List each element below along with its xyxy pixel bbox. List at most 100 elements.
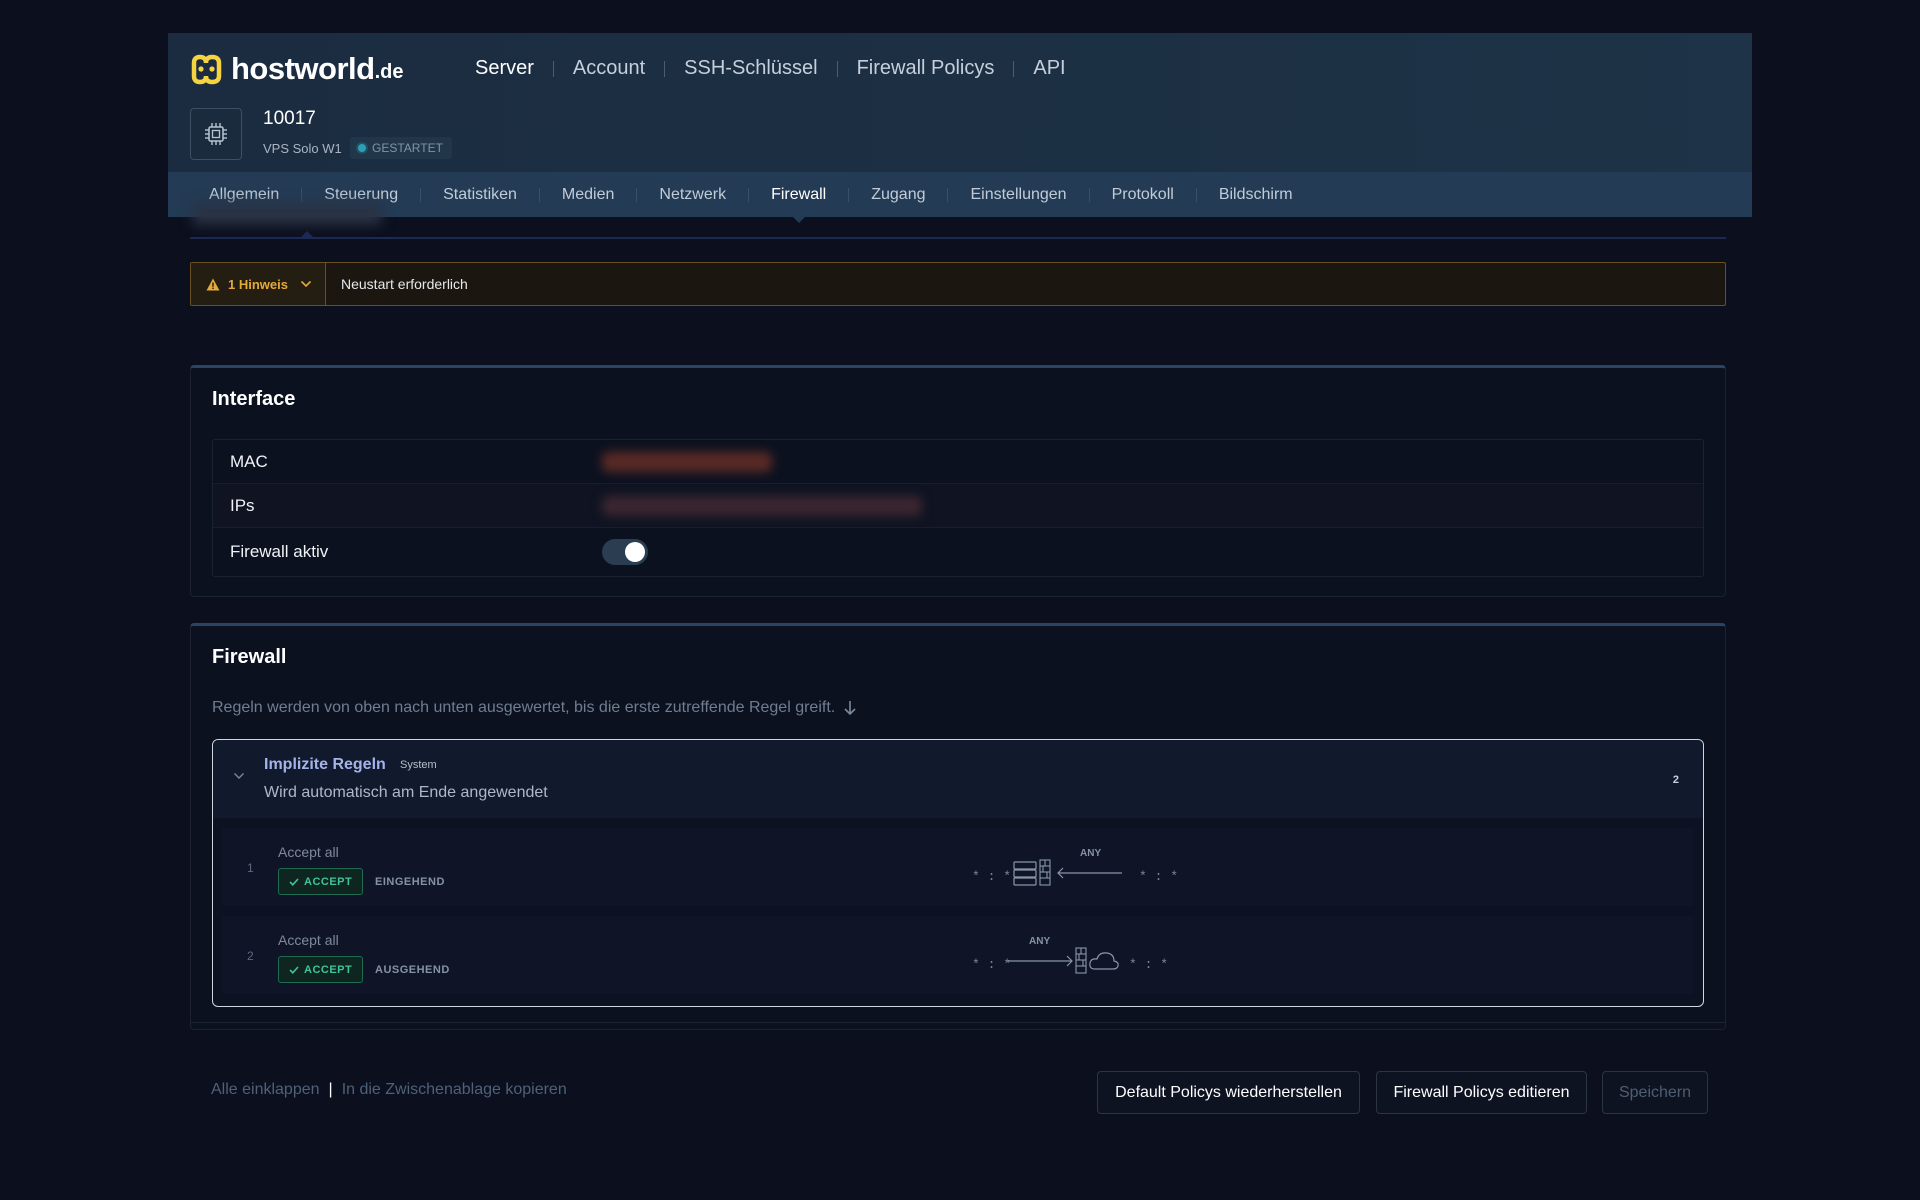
- rules-group-tag: System: [400, 759, 437, 771]
- firewall-active-toggle[interactable]: [602, 539, 648, 565]
- firewall-active-label: Firewall aktiv: [230, 542, 329, 561]
- arrow-left-icon: [1057, 867, 1122, 879]
- breadcrumb-underline: [190, 237, 1726, 239]
- ips-label: IPs: [230, 495, 255, 515]
- cpu-chip-icon: [205, 123, 227, 145]
- interface-row-ips: IPs: [213, 484, 1703, 528]
- chevron-down-icon: [300, 280, 312, 288]
- tab-steuerung[interactable]: Steuerung: [302, 186, 420, 204]
- firewall-card: Firewall Regeln werden von oben nach unt…: [190, 623, 1726, 1030]
- server-icon-box: [190, 108, 242, 160]
- rules-group-title: Implizite Regeln: [264, 756, 386, 773]
- app-header: hostworld .de Server Account SSH-Schlüsse…: [168, 33, 1752, 223]
- status-label: GESTARTET: [372, 141, 443, 155]
- brand-tld: .de: [374, 60, 404, 83]
- breadcrumb-redacted: [192, 203, 382, 225]
- rule-action-badge: ACCEPT: [278, 956, 364, 983]
- rules-group-count: 2: [1672, 774, 1679, 786]
- footer-links: Alle einklappen | In die Zwischenablage …: [211, 1081, 567, 1099]
- check-icon: [289, 877, 299, 886]
- tab-protokoll[interactable]: Protokoll: [1090, 186, 1196, 204]
- tab-statistiken[interactable]: Statistiken: [421, 186, 539, 204]
- interface-row-firewall-active: Firewall aktiv: [213, 528, 1703, 576]
- interface-title: Interface: [212, 388, 296, 410]
- topnav-firewall-policies[interactable]: Firewall Policys: [838, 57, 1014, 80]
- rule-number: 2: [247, 949, 254, 963]
- rule-protocol: ANY: [1080, 848, 1101, 859]
- copy-to-clipboard-link[interactable]: In die Zwischenablage kopieren: [342, 1081, 567, 1099]
- link-separator: |: [328, 1081, 333, 1098]
- breadcrumb-notch: [300, 231, 314, 238]
- restore-default-policies-button[interactable]: Default Policys wiederherstellen: [1097, 1071, 1360, 1114]
- topnav-api[interactable]: API: [1014, 57, 1084, 80]
- rules-group-subtitle: Wird automatisch am Ende angewendet: [264, 784, 548, 801]
- tab-bildschirm[interactable]: Bildschirm: [1197, 186, 1315, 204]
- save-button[interactable]: Speichern: [1602, 1071, 1708, 1114]
- top-navigation: Server Account SSH-Schlüssel Firewall Po…: [456, 57, 1085, 80]
- rule-flow-diagram: * : * ANY * : *: [972, 936, 1168, 974]
- footer-divider: [190, 1022, 1726, 1023]
- firewall-description: Regeln werden von oben nach unten ausgew…: [212, 699, 857, 717]
- rule-number: 1: [247, 861, 254, 875]
- rule-direction: EINGEHEND: [375, 876, 445, 888]
- brand-logo[interactable]: hostworld .de: [190, 51, 404, 87]
- chevron-down-icon[interactable]: [233, 772, 245, 780]
- mac-value-redacted: [602, 451, 772, 472]
- tab-netzwerk[interactable]: Netzwerk: [637, 186, 748, 204]
- notice-alert: 1 Hinweis Neustart erforderlich: [190, 262, 1726, 306]
- rule-action-label: ACCEPT: [304, 963, 353, 976]
- brand-name: hostworld: [231, 51, 375, 86]
- firewall-rule[interactable]: 2 Accept all ACCEPT AUSGEHEND * : * ANY: [222, 916, 1694, 994]
- interface-table: MAC IPs Firewall aktiv: [212, 439, 1704, 577]
- tab-einstellungen[interactable]: Einstellungen: [948, 186, 1088, 204]
- server-stack-icon: [1013, 861, 1037, 886]
- rule-action-label: ACCEPT: [304, 875, 353, 888]
- rule-action-badge: ACCEPT: [278, 868, 364, 895]
- server-plan: VPS Solo W1: [263, 141, 342, 156]
- edit-firewall-policies-button[interactable]: Firewall Policys editieren: [1376, 1071, 1587, 1114]
- topnav-server[interactable]: Server: [456, 57, 553, 80]
- cloud-icon: [1089, 952, 1119, 970]
- interface-row-mac: MAC: [213, 440, 1703, 484]
- rule-destination: * : *: [1129, 957, 1168, 972]
- notice-toggle[interactable]: 1 Hinweis: [191, 263, 326, 305]
- tab-medien[interactable]: Medien: [540, 186, 636, 204]
- rule-protocol: ANY: [1029, 936, 1050, 947]
- notice-count: 1 Hinweis: [228, 276, 288, 292]
- tab-zugang[interactable]: Zugang: [849, 186, 947, 204]
- rule-direction: AUSGEHEND: [375, 964, 450, 976]
- tab-firewall[interactable]: Firewall: [749, 186, 848, 223]
- firewall-rule[interactable]: 1 Accept all ACCEPT EINGEHEND * : * ANY …: [222, 828, 1694, 906]
- rule-flow-diagram: * : * ANY * : *: [972, 848, 1178, 886]
- rule-source: * : *: [972, 869, 1011, 884]
- firewall-title: Firewall: [212, 646, 287, 668]
- check-icon: [289, 965, 299, 974]
- firewall-description-text: Regeln werden von oben nach unten ausgew…: [212, 699, 836, 716]
- ips-value-redacted: [602, 495, 922, 516]
- rules-group-header[interactable]: Implizite Regeln System Wird automatisch…: [213, 740, 1703, 818]
- mac-label: MAC: [230, 451, 268, 471]
- interface-card: Interface MAC IPs Firewall aktiv: [190, 365, 1726, 597]
- arrow-right-icon: [1008, 955, 1073, 967]
- server-id: 10017: [263, 108, 316, 129]
- app-container: hostworld .de Server Account SSH-Schlüsse…: [168, 33, 1752, 223]
- topnav-ssh-keys[interactable]: SSH-Schlüssel: [665, 57, 836, 80]
- rule-source: * : *: [972, 957, 1011, 972]
- topnav-account[interactable]: Account: [554, 57, 664, 80]
- implicit-rules-group: Implizite Regeln System Wird automatisch…: [212, 739, 1704, 1007]
- server-tabs: Allgemein Steuerung Statistiken Medien N…: [168, 172, 1752, 223]
- rule-name: Accept all: [278, 844, 339, 860]
- toggle-knob: [625, 542, 645, 562]
- status-badge: GESTARTET: [350, 137, 452, 159]
- warning-triangle-icon: [206, 278, 220, 290]
- firewall-wall-icon: [1039, 859, 1051, 886]
- hostworld-logo-icon: [191, 54, 222, 84]
- arrow-down-icon: [844, 701, 856, 716]
- rule-name: Accept all: [278, 932, 339, 948]
- status-dot-icon: [358, 144, 366, 152]
- rule-destination: * : *: [1139, 869, 1178, 884]
- collapse-all-link[interactable]: Alle einklappen: [211, 1081, 320, 1099]
- tab-allgemein[interactable]: Allgemein: [187, 186, 301, 204]
- firewall-wall-icon: [1075, 947, 1087, 974]
- notice-message: Neustart erforderlich: [341, 276, 468, 292]
